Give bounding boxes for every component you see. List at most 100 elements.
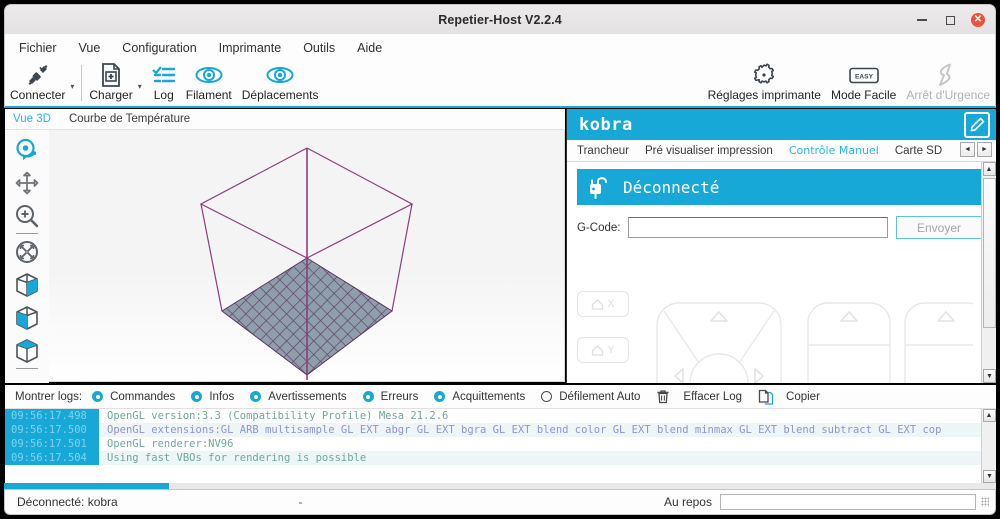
menu-item-outils[interactable]: Outils [303, 41, 335, 55]
panel-scroll-thumb[interactable] [983, 178, 996, 328]
filter-defilement-auto-label[interactable]: Défilement Auto [559, 391, 640, 403]
log-scroll-down-button[interactable]: ▼ [983, 470, 996, 483]
close-button[interactable]: ✕ [971, 13, 985, 27]
filter-erreurs-label[interactable]: Erreurs [381, 391, 419, 403]
pencil-square-icon[interactable] [964, 111, 990, 138]
log-row: 09:56:17.501 OpenGL renderer:NV96 [5, 437, 996, 451]
filter-defilement-auto-radio[interactable] [541, 391, 553, 402]
tab-carte-sd[interactable]: Carte SD [895, 145, 942, 157]
status-state-text: Au repos [663, 495, 712, 509]
view-top-tool[interactable] [8, 334, 46, 367]
panel-scroll-up-button[interactable]: ▲ [982, 162, 996, 176]
log-scrollbar[interactable]: ▲ ▼ [981, 409, 996, 483]
manual-control-body: Déconnecté G-Code: Envoyer X Y ▲ ▼ [567, 162, 996, 383]
eye-icon [266, 63, 294, 87]
move-view-tool[interactable] [8, 166, 46, 199]
resize-grip[interactable] [980, 497, 989, 507]
panel-scrollbar[interactable]: ▲ ▼ [981, 162, 996, 383]
unplugged-icon [587, 173, 609, 202]
toolbar-separator-1 [81, 65, 83, 101]
copy-icon[interactable] [758, 389, 774, 405]
home-x-button[interactable]: X [577, 291, 629, 317]
log-row: 09:56:17.504 Using fast VBOs for renderi… [5, 451, 996, 465]
log-timestamp: 09:56:17.504 [5, 451, 99, 465]
filter-erreurs-radio[interactable] [362, 391, 374, 402]
log-label: Log [153, 88, 174, 102]
filter-avertissements-radio[interactable] [250, 391, 262, 402]
printer-panel-tabs: Trancheur Pré visualiser impression Cont… [567, 140, 996, 162]
filter-avertissements-label[interactable]: Avertissements [268, 391, 346, 403]
menu-item-fichier[interactable]: Fichier [19, 41, 57, 55]
lightning-icon [937, 63, 959, 87]
file-add-icon [100, 63, 122, 87]
tab-previsualiser[interactable]: Pré visualiser impression [645, 145, 773, 157]
rotate-view-tool[interactable] [8, 133, 46, 166]
menu-item-imprimante[interactable]: Imprimante [219, 41, 282, 55]
connect-label: Connecter [10, 88, 66, 102]
view-front-tool[interactable] [8, 268, 46, 301]
log-row: 09:56:17.500 OpenGL extensions:GL ARB mu… [5, 423, 996, 437]
filament-button[interactable]: Filament [181, 61, 237, 106]
menu-bar: Fichier Vue Configuration Imprimante Out… [4, 34, 996, 61]
gear-icon [752, 63, 776, 87]
emergency-stop-button[interactable]: Arrêt d'Urgence [901, 61, 995, 106]
log-scroll-up-button[interactable]: ▲ [982, 409, 996, 422]
printer-panel: kobra Trancheur Pré visualiser impressio… [566, 109, 996, 383]
connect-button[interactable]: Connecter [5, 61, 70, 106]
panel-scroll-down-button[interactable]: ▼ [983, 369, 996, 383]
maximize-button[interactable] [943, 13, 957, 27]
tab-trancheur[interactable]: Trancheur [577, 145, 629, 157]
tab-scroll-controls: ◄ ► [960, 142, 992, 157]
filter-infos-radio[interactable] [191, 391, 203, 402]
xy-jog-pad[interactable] [633, 291, 973, 383]
menu-item-configuration[interactable]: Configuration [122, 41, 196, 55]
filter-acquittements-label[interactable]: Acquittements [452, 391, 525, 403]
filter-acquittements-radio[interactable] [434, 391, 446, 402]
eye-icon [195, 63, 223, 87]
tab-scroll-left-button[interactable]: ◄ [960, 142, 975, 157]
clear-log-label[interactable]: Effacer Log [683, 391, 742, 403]
log-timestamp: 09:56:17.500 [5, 423, 99, 437]
3d-viewport[interactable] [49, 130, 565, 382]
status-center-text: - [298, 495, 303, 509]
log-row: 09:56:17.498 OpenGL version:3.3 (Compati… [5, 409, 996, 423]
log-button[interactable]: Log [147, 61, 181, 106]
log-message: OpenGL extensions:GL ARB multisample GL … [107, 424, 942, 436]
tab-courbe-temperature[interactable]: Courbe de Température [69, 113, 190, 125]
log-list[interactable]: 09:56:17.498 OpenGL version:3.3 (Compati… [5, 409, 996, 483]
title-bar: Repetier-Host V2.2.4 ✕ [4, 4, 996, 34]
tab-vue-3d[interactable]: Vue 3D [13, 113, 51, 125]
minimize-button[interactable] [915, 13, 929, 27]
load-button[interactable]: Charger [84, 61, 137, 106]
copy-label[interactable]: Copier [786, 391, 820, 403]
zoom-view-tool[interactable] [8, 199, 46, 232]
window-title: Repetier-Host V2.2.4 [438, 12, 562, 27]
menu-item-aide[interactable]: Aide [357, 41, 382, 55]
filter-commandes-radio[interactable] [92, 391, 104, 402]
fit-view-tool[interactable] [8, 235, 46, 268]
home-y-button[interactable]: Y [577, 337, 629, 363]
movements-button[interactable]: Déplacements [237, 61, 324, 106]
app-window: Repetier-Host V2.2.4 ✕ Fichier Vue Confi… [0, 0, 1000, 519]
tab-controle-manuel[interactable]: Contrôle Manuel [789, 144, 879, 157]
status-progress-bar [719, 494, 976, 510]
menu-item-vue[interactable]: Vue [79, 41, 101, 55]
send-gcode-button[interactable]: Envoyer [896, 216, 982, 239]
svg-text:EASY: EASY [855, 73, 874, 80]
filter-infos-label[interactable]: Infos [209, 391, 234, 403]
log-message: OpenGL renderer:NV96 [107, 438, 234, 450]
log-toolbar-title: Montrer logs: [15, 390, 83, 403]
gcode-label: G-Code: [577, 221, 621, 234]
gcode-input[interactable] [628, 217, 888, 238]
connection-status-text: Déconnecté [623, 177, 720, 197]
tab-scroll-right-button[interactable]: ► [977, 142, 992, 157]
filter-commandes-label[interactable]: Commandes [110, 391, 175, 403]
easy-mode-button[interactable]: EASY Mode Facile [826, 61, 901, 106]
load-dropdown-arrow[interactable]: ▾ [138, 83, 147, 91]
trash-icon[interactable] [656, 389, 670, 404]
printer-settings-button[interactable]: Réglages imprimante [703, 61, 826, 106]
connect-dropdown-arrow[interactable]: ▾ [70, 83, 79, 91]
filament-label: Filament [185, 88, 232, 102]
home-y-label: Y [607, 344, 615, 356]
view-iso-tool[interactable] [8, 301, 46, 334]
